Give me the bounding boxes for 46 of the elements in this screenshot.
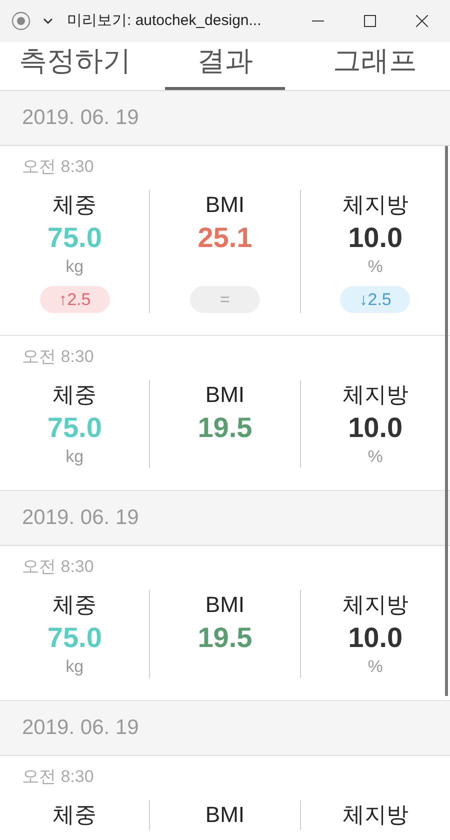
record-time: 오전 8:30 [22, 767, 94, 786]
metric-value: 10.0 [348, 411, 403, 445]
metric-label: BMI [205, 801, 245, 829]
record-time: 오전 8:30 [22, 347, 94, 366]
record-time: 오전 8:30 [22, 557, 94, 576]
change-badge: = [190, 286, 260, 313]
metric-label: 체지방 [342, 381, 408, 409]
date-text: 2019. 06. 19 [22, 715, 139, 742]
metric-value: 19.5 [198, 621, 252, 655]
metric-value: 75.0 [47, 411, 102, 445]
close-icon[interactable] [416, 15, 428, 27]
metric-value: 10.0 [348, 221, 403, 255]
metric-label: BMI [205, 591, 245, 619]
scrollbar-thumb[interactable] [445, 146, 448, 696]
unit-label: % [368, 256, 383, 278]
metric-label: 체중 [52, 191, 97, 219]
date-text: 2019. 06. 19 [22, 505, 139, 532]
record-time: 오전 8:30 [22, 157, 94, 176]
unit-label: kg [66, 656, 84, 678]
metric-value: 75.0 [47, 621, 102, 655]
window-title: 미리보기: autochek_design... [67, 10, 262, 31]
change-badge: ↑2.5 [40, 286, 110, 313]
metric-label: 체중 [52, 381, 97, 409]
minimize-icon[interactable] [312, 20, 324, 22]
metric-label: 체중 [52, 801, 97, 829]
date-text: 2019. 06. 19 [22, 105, 139, 132]
metric-value: 75.0 [47, 221, 102, 255]
metric-label: 체지방 [342, 191, 408, 219]
metric-value: 19.5 [198, 411, 252, 445]
unit-label: kg [66, 256, 84, 278]
tab[interactable]: 측정하기 [15, 42, 135, 90]
maximize-icon[interactable] [364, 15, 376, 27]
metric-label: 체지방 [342, 801, 408, 829]
metric-label: 체중 [52, 591, 97, 619]
unit-label: % [368, 446, 383, 468]
metric-value: 10.0 [348, 621, 403, 655]
chevron-icon[interactable] [43, 17, 53, 25]
metric-label: BMI [205, 381, 245, 409]
metric-label: BMI [205, 191, 245, 219]
tab[interactable]: 그래프 [315, 42, 435, 90]
record-icon[interactable] [11, 11, 31, 31]
metric-value: 25.1 [198, 221, 252, 255]
unit-label: % [368, 656, 383, 678]
unit-label: kg [66, 446, 84, 468]
change-badge: ↓2.5 [340, 286, 410, 313]
metric-label: 체지방 [342, 591, 408, 619]
